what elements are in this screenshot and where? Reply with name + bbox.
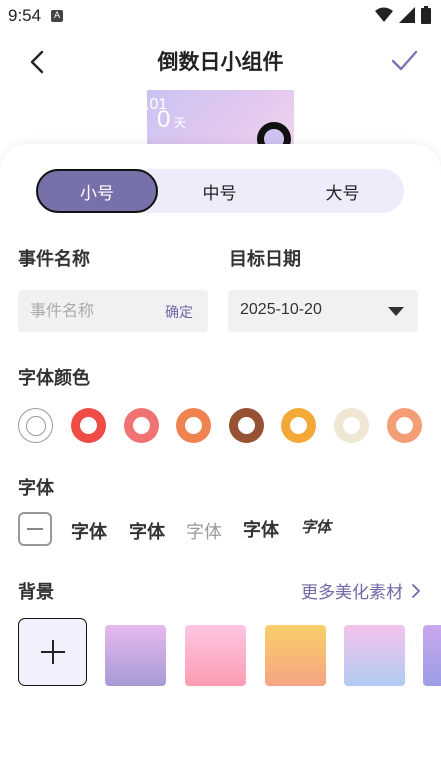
font-option-bold[interactable]: 字体 — [71, 518, 107, 544]
color-swatch-peach[interactable] — [387, 408, 422, 443]
more-materials-label: 更多美化素材 — [301, 583, 403, 603]
target-date-value: 2025-10-20 — [240, 301, 322, 318]
event-name-label: 事件名称 — [18, 249, 90, 270]
font-option-semibold[interactable]: 字体 — [129, 518, 165, 544]
font-color-options — [18, 408, 441, 444]
page-title: 倒数日小组件 — [157, 50, 284, 74]
font-color-label: 字体颜色 — [18, 368, 90, 389]
status-time: 9:54 — [8, 6, 42, 25]
wifi-icon — [375, 7, 393, 22]
color-swatch-yellow[interactable] — [281, 408, 316, 443]
color-swatch-white[interactable] — [18, 408, 53, 443]
color-swatch-red[interactable] — [71, 408, 106, 443]
font-option-italic[interactable]: 字体 — [301, 516, 331, 537]
preview-unit: 天 — [174, 116, 187, 130]
font-option-light[interactable]: 字体 — [186, 518, 222, 544]
background-tile[interactable] — [423, 625, 441, 686]
color-swatch-brown[interactable] — [229, 408, 264, 443]
background-tile[interactable] — [105, 625, 166, 686]
battery-icon — [421, 6, 431, 24]
notification-icon: A — [51, 10, 64, 22]
chevron-right-icon — [412, 583, 420, 598]
add-background-button[interactable] — [18, 618, 87, 686]
font-default-option[interactable] — [18, 512, 52, 546]
font-option-sans[interactable]: 字体 — [243, 516, 279, 542]
status-bar: 9:54 A — [0, 0, 441, 32]
name-confirm-button[interactable]: 确定 — [165, 302, 193, 322]
background-label: 背景 — [18, 582, 54, 603]
more-materials-link[interactable]: 更多美化素材 — [301, 578, 421, 603]
background-tile[interactable] — [265, 625, 326, 686]
color-swatch-cream[interactable] — [334, 408, 369, 443]
status-icons — [375, 6, 431, 24]
background-tile[interactable] — [185, 625, 246, 686]
event-name-input[interactable] — [30, 301, 150, 320]
confirm-check-icon[interactable] — [389, 46, 419, 76]
font-label: 字体 — [18, 478, 54, 499]
background-options — [18, 618, 441, 688]
event-name-field: 确定 — [18, 290, 208, 332]
font-options: 字体 字体 字体 字体 字体 — [18, 512, 441, 548]
settings-sheet: 小号 中号 大号 事件名称 目标日期 确定 2025-10-20 字体颜色 字体… — [0, 144, 441, 784]
widget-preview: .01 0 天 — [147, 90, 294, 150]
tab-large[interactable]: 大号 — [281, 169, 404, 213]
color-swatch-pink[interactable] — [124, 408, 159, 443]
target-date-dropdown[interactable]: 2025-10-20 — [228, 290, 418, 332]
signal-icon — [399, 7, 415, 23]
caret-down-icon — [388, 307, 404, 316]
size-selector: 小号 中号 大号 — [36, 169, 404, 213]
color-swatch-orange[interactable] — [176, 408, 211, 443]
tab-medium[interactable]: 中号 — [158, 169, 281, 213]
top-bar: 倒数日小组件 — [0, 40, 441, 84]
tab-small[interactable]: 小号 — [36, 169, 158, 213]
preview-number: 0 — [157, 106, 171, 133]
target-date-label: 目标日期 — [229, 249, 301, 270]
background-tile[interactable] — [344, 625, 405, 686]
